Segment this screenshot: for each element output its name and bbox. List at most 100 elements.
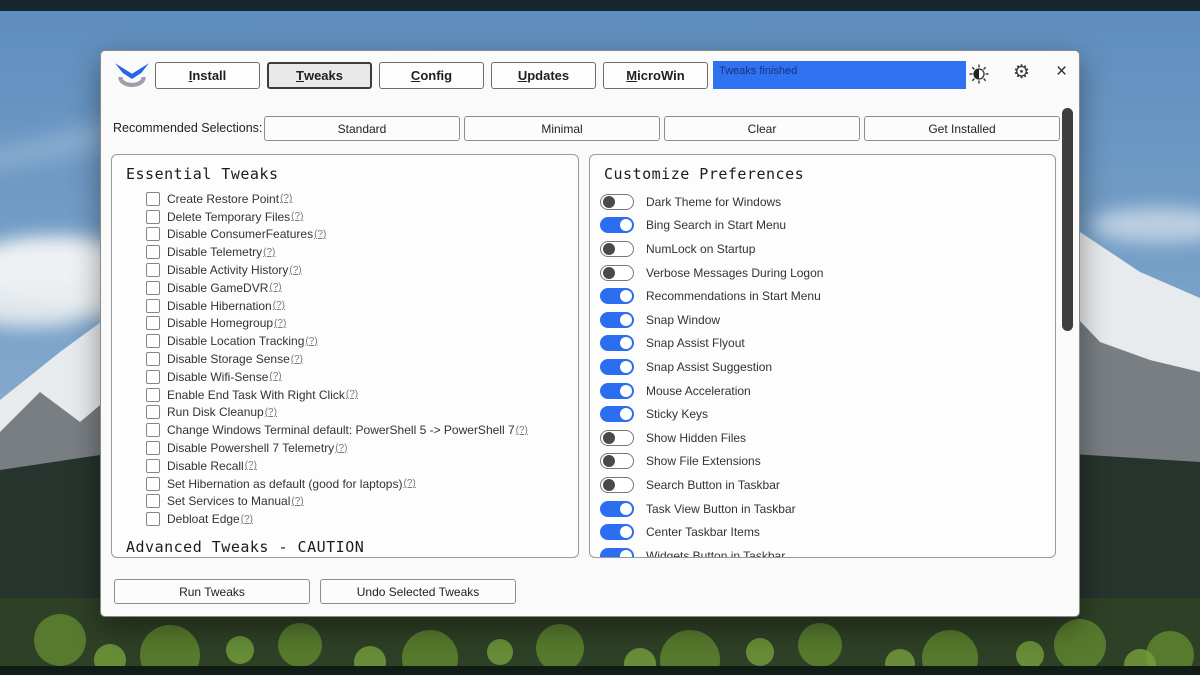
preference-row-snap-assist-flyout[interactable]: Snap Assist Flyout — [600, 332, 1055, 356]
preference-row-bing-search-in-start-menu[interactable]: Bing Search in Start Menu — [600, 214, 1055, 238]
help-link[interactable]: (?) — [403, 478, 415, 489]
preference-row-dark-theme-for-windows[interactable]: Dark Theme for Windows — [600, 190, 1055, 214]
checkbox[interactable] — [146, 494, 160, 508]
help-link[interactable]: (?) — [291, 354, 303, 365]
toggle-switch[interactable] — [600, 194, 634, 210]
get-installed-button[interactable]: Get Installed — [864, 116, 1060, 141]
preference-row-show-file-extensions[interactable]: Show File Extensions — [600, 450, 1055, 474]
checkbox[interactable] — [146, 352, 160, 366]
preference-row-recommendations-in-start-menu[interactable]: Recommendations in Start Menu — [600, 284, 1055, 308]
help-link[interactable]: (?) — [291, 211, 303, 222]
tab-install[interactable]: Install — [155, 62, 260, 89]
checkbox[interactable] — [146, 263, 160, 277]
preference-row-sticky-keys[interactable]: Sticky Keys — [600, 402, 1055, 426]
toggle-switch[interactable] — [600, 548, 634, 558]
clear-button[interactable]: Clear — [664, 116, 860, 141]
tab-microwin[interactable]: MicroWin — [603, 62, 708, 89]
checkbox[interactable] — [146, 210, 160, 224]
help-link[interactable]: (?) — [291, 496, 303, 507]
checkbox[interactable] — [146, 227, 160, 241]
tweak-row-disable-telemetry[interactable]: Disable Telemetry(?) — [146, 243, 578, 261]
tweak-row-change-windows-terminal-default-powershell-5-powershell-7[interactable]: Change Windows Terminal default: PowerSh… — [146, 421, 578, 439]
help-link[interactable]: (?) — [516, 425, 528, 436]
help-link[interactable]: (?) — [274, 318, 286, 329]
preference-row-search-button-in-taskbar[interactable]: Search Button in Taskbar — [600, 473, 1055, 497]
preference-row-task-view-button-in-taskbar[interactable]: Task View Button in Taskbar — [600, 497, 1055, 521]
checkbox[interactable] — [146, 334, 160, 348]
tab-config[interactable]: Config — [379, 62, 484, 89]
tweak-row-disable-hibernation[interactable]: Disable Hibernation(?) — [146, 297, 578, 315]
help-link[interactable]: (?) — [265, 407, 277, 418]
tab-updates[interactable]: Updates — [491, 62, 596, 89]
toggle-switch[interactable] — [600, 265, 634, 281]
tweak-row-enable-end-task-with-right-click[interactable]: Enable End Task With Right Click(?) — [146, 386, 578, 404]
close-icon[interactable]: × — [1056, 61, 1067, 83]
tweak-row-delete-temporary-files[interactable]: Delete Temporary Files(?) — [146, 208, 578, 226]
tweak-row-set-hibernation-as-default-good-for-laptops[interactable]: Set Hibernation as default (good for lap… — [146, 475, 578, 493]
help-link[interactable]: (?) — [269, 282, 281, 293]
preference-row-snap-window[interactable]: Snap Window — [600, 308, 1055, 332]
preference-row-center-taskbar-items[interactable]: Center Taskbar Items — [600, 520, 1055, 544]
tweak-row-disable-homegroup[interactable]: Disable Homegroup(?) — [146, 315, 578, 333]
run-tweaks-button[interactable]: Run Tweaks — [114, 579, 310, 604]
tweak-row-create-restore-point[interactable]: Create Restore Point(?) — [146, 190, 578, 208]
tweak-row-disable-storage-sense[interactable]: Disable Storage Sense(?) — [146, 350, 578, 368]
preference-row-verbose-messages-during-logon[interactable]: Verbose Messages During Logon — [600, 261, 1055, 285]
settings-gear-icon[interactable]: ⚙ — [1013, 62, 1030, 84]
checkbox[interactable] — [146, 370, 160, 384]
preference-row-show-hidden-files[interactable]: Show Hidden Files — [600, 426, 1055, 450]
tab-tweaks[interactable]: Tweaks — [267, 62, 372, 89]
undo-selected-tweaks-button[interactable]: Undo Selected Tweaks — [320, 579, 516, 604]
checkbox[interactable] — [146, 512, 160, 526]
minimal-button[interactable]: Minimal — [464, 116, 660, 141]
checkbox[interactable] — [146, 405, 160, 419]
toggle-switch[interactable] — [600, 477, 634, 493]
help-link[interactable]: (?) — [335, 443, 347, 454]
toggle-switch[interactable] — [600, 217, 634, 233]
checkbox[interactable] — [146, 245, 160, 259]
toggle-switch[interactable] — [600, 241, 634, 257]
checkbox[interactable] — [146, 423, 160, 437]
help-link[interactable]: (?) — [346, 389, 358, 400]
preference-row-snap-assist-suggestion[interactable]: Snap Assist Suggestion — [600, 355, 1055, 379]
theme-toggle-icon[interactable] — [969, 64, 989, 84]
checkbox[interactable] — [146, 388, 160, 402]
tweak-row-disable-powershell-7-telemetry[interactable]: Disable Powershell 7 Telemetry(?) — [146, 439, 578, 457]
tweak-row-disable-wifi-sense[interactable]: Disable Wifi-Sense(?) — [146, 368, 578, 386]
help-link[interactable]: (?) — [289, 265, 301, 276]
tweak-row-run-disk-cleanup[interactable]: Run Disk Cleanup(?) — [146, 404, 578, 422]
toggle-switch[interactable] — [600, 312, 634, 328]
toggle-switch[interactable] — [600, 288, 634, 304]
checkbox[interactable] — [146, 192, 160, 206]
help-link[interactable]: (?) — [314, 229, 326, 240]
toggle-switch[interactable] — [600, 501, 634, 517]
help-link[interactable]: (?) — [280, 193, 292, 204]
help-link[interactable]: (?) — [241, 514, 253, 525]
standard-button[interactable]: Standard — [264, 116, 460, 141]
tweak-row-disable-location-tracking[interactable]: Disable Location Tracking(?) — [146, 332, 578, 350]
help-link[interactable]: (?) — [269, 371, 281, 382]
tweak-row-disable-activity-history[interactable]: Disable Activity History(?) — [146, 261, 578, 279]
tweak-row-disable-gamedvr[interactable]: Disable GameDVR(?) — [146, 279, 578, 297]
preference-row-numlock-on-startup[interactable]: NumLock on Startup — [600, 237, 1055, 261]
checkbox[interactable] — [146, 441, 160, 455]
toggle-switch[interactable] — [600, 453, 634, 469]
help-link[interactable]: (?) — [245, 460, 257, 471]
checkbox[interactable] — [146, 316, 160, 330]
preference-row-mouse-acceleration[interactable]: Mouse Acceleration — [600, 379, 1055, 403]
toggle-switch[interactable] — [600, 406, 634, 422]
checkbox[interactable] — [146, 299, 160, 313]
help-link[interactable]: (?) — [273, 300, 285, 311]
toggle-switch[interactable] — [600, 524, 634, 540]
tweak-row-disable-consumerfeatures[interactable]: Disable ConsumerFeatures(?) — [146, 226, 578, 244]
help-link[interactable]: (?) — [305, 336, 317, 347]
checkbox[interactable] — [146, 477, 160, 491]
checkbox[interactable] — [146, 281, 160, 295]
toggle-switch[interactable] — [600, 430, 634, 446]
vertical-scrollbar-thumb[interactable] — [1062, 108, 1073, 331]
toggle-switch[interactable] — [600, 383, 634, 399]
tweak-row-set-services-to-manual[interactable]: Set Services to Manual(?) — [146, 493, 578, 511]
tweak-row-disable-recall[interactable]: Disable Recall(?) — [146, 457, 578, 475]
help-link[interactable]: (?) — [263, 247, 275, 258]
toggle-switch[interactable] — [600, 359, 634, 375]
